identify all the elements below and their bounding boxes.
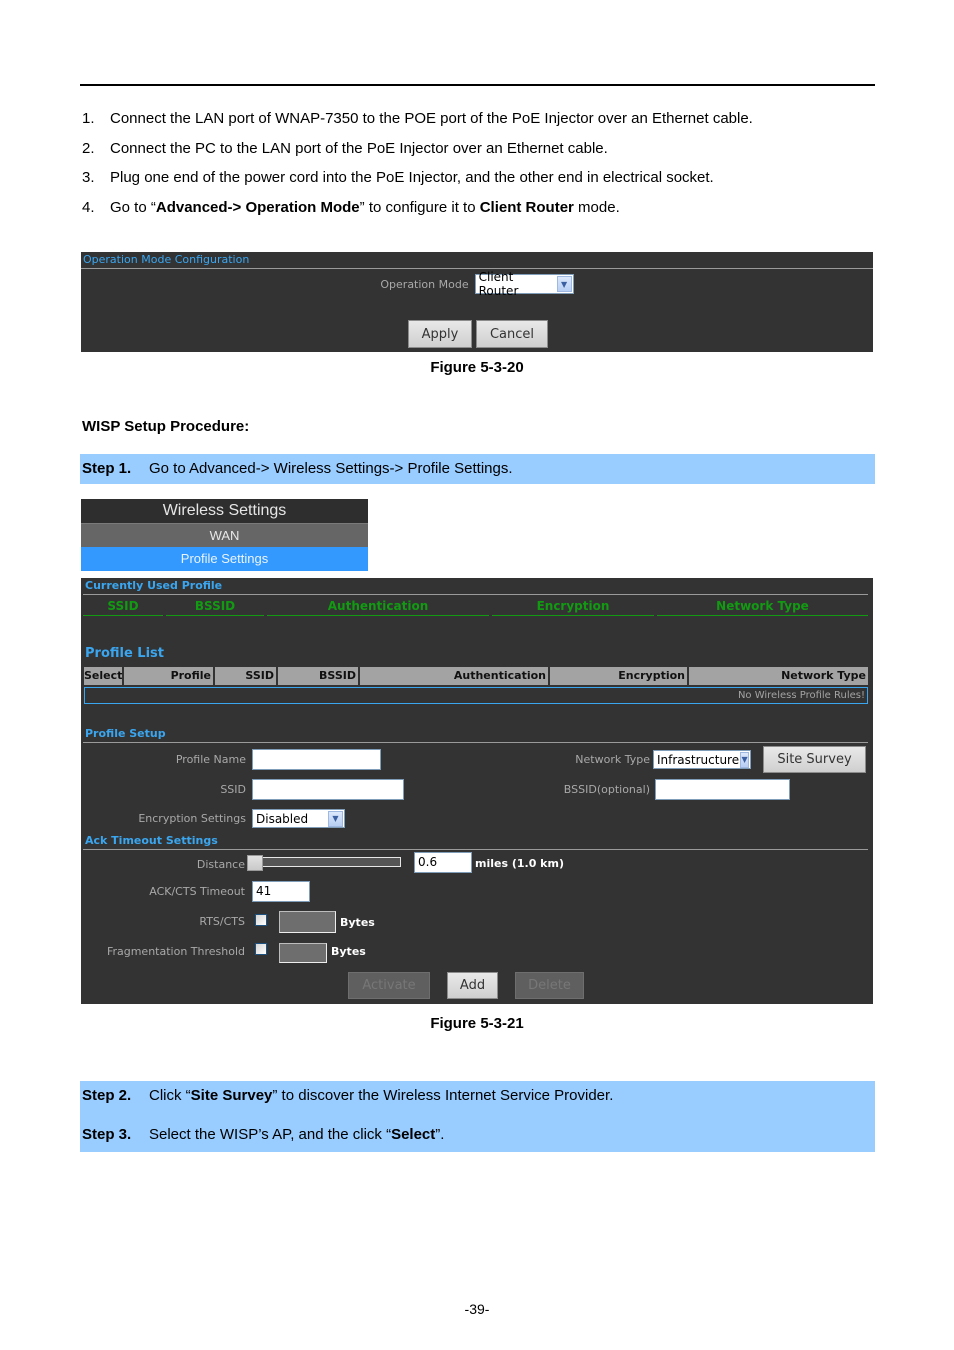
- instruction-item: 3. Plug one end of the power cord into th…: [82, 168, 882, 198]
- column-header: SSID: [215, 667, 276, 685]
- profile-list-empty-row: No Wireless Profile Rules!: [84, 687, 868, 704]
- distance-unit: miles (1.0 km): [475, 857, 564, 870]
- chevron-down-icon: ▼: [556, 276, 572, 292]
- distance-slider-handle[interactable]: [247, 855, 263, 871]
- encryption-settings-label: Encryption Settings: [138, 812, 246, 825]
- step-2-3-bar: Step 2. Click “Site Survey” to discover t…: [80, 1081, 875, 1152]
- instruction-text: Connect the LAN port of WNAP-7350 to the…: [110, 110, 753, 127]
- encryption-select[interactable]: Disabled ▼: [252, 809, 345, 828]
- ssid-input[interactable]: [252, 779, 404, 800]
- activate-button[interactable]: Activate: [348, 972, 430, 999]
- fragmentation-unit: Bytes: [331, 945, 366, 958]
- cancel-button[interactable]: Cancel: [476, 320, 548, 348]
- profile-settings-panel: Currently Used Profile SSID BSSID Authen…: [81, 578, 873, 1004]
- ssid-label: SSID: [220, 783, 246, 796]
- column-header: Authentication: [360, 667, 548, 685]
- operation-mode-label: Operation Mode: [380, 277, 469, 291]
- current-profile-title: Currently Used Profile: [85, 579, 223, 592]
- current-profile-header: SSID BSSID Authentication Encryption Net…: [83, 598, 868, 616]
- instruction-list: 1. Connect the LAN port of WNAP-7350 to t…: [82, 109, 882, 227]
- operation-mode-select[interactable]: Client Router ▼: [474, 270, 574, 298]
- distance-label: Distance: [196, 858, 245, 871]
- instruction-text: Go to “Advanced-> Operation Mode” to con…: [110, 198, 620, 216]
- ack-timeout-title: Ack Timeout Settings: [85, 834, 218, 847]
- figure-caption: Figure 5-3-21: [430, 1015, 524, 1032]
- rts-cts-input[interactable]: [279, 911, 336, 933]
- bssid-label: BSSID(optional): [563, 783, 650, 796]
- instruction-text: Connect the PC to the LAN port of the Po…: [110, 139, 608, 157]
- distance-input[interactable]: 0.6: [414, 852, 472, 873]
- instruction-text: Plug one end of the power cord into the …: [110, 169, 714, 186]
- fragmentation-checkbox[interactable]: [255, 943, 267, 955]
- column-header: Network Type: [689, 667, 868, 685]
- column-header: Encryption: [550, 667, 687, 685]
- wireless-settings-menu: Wireless Settings WAN Profile Settings: [81, 499, 368, 571]
- profile-list-header: Select Profile SSID BSSID Authentication…: [84, 667, 868, 685]
- instruction-item: 1. Connect the LAN port of WNAP-7350 to t…: [82, 109, 882, 139]
- rts-cts-unit: Bytes: [340, 916, 375, 929]
- profile-setup-title: Profile Setup: [85, 727, 166, 740]
- chevron-down-icon: ▼: [740, 751, 749, 768]
- profile-name-input[interactable]: [252, 749, 381, 770]
- panel-title: Operation Mode Configuration: [81, 252, 873, 269]
- menu-item-wan[interactable]: WAN: [81, 523, 368, 547]
- column-header: Profile: [124, 667, 213, 685]
- column-header: Network Type: [657, 598, 868, 616]
- instruction-item: 2. Connect the PC to the LAN port of the …: [82, 139, 882, 169]
- distance-slider[interactable]: [259, 857, 401, 867]
- column-header: Select: [84, 667, 122, 685]
- instruction-item: 4. Go to “Advanced-> Operation Mode” to c…: [82, 198, 882, 228]
- figure-caption: Figure 5-3-20: [430, 359, 524, 376]
- column-header: SSID: [83, 598, 163, 616]
- site-survey-button[interactable]: Site Survey: [763, 746, 866, 773]
- network-type-label: Network Type: [575, 753, 650, 766]
- section-heading: WISP Setup Procedure:: [82, 418, 250, 435]
- fragmentation-threshold-label: Fragmentation Threshold: [106, 945, 245, 958]
- column-header: BSSID: [278, 667, 358, 685]
- operation-mode-panel: Operation Mode Configuration Operation M…: [81, 252, 873, 352]
- menu-title: Wireless Settings: [81, 499, 368, 523]
- rts-cts-checkbox[interactable]: [255, 914, 267, 926]
- column-header: Encryption: [492, 598, 654, 616]
- profile-list-title: Profile List: [85, 646, 164, 661]
- fragmentation-input[interactable]: [279, 943, 327, 963]
- menu-item-profile-settings[interactable]: Profile Settings: [81, 547, 368, 571]
- delete-button[interactable]: Delete: [515, 972, 584, 999]
- profile-name-label: Profile Name: [175, 753, 246, 766]
- network-type-select[interactable]: Infrastructure ▼: [653, 750, 751, 769]
- column-header: BSSID: [166, 598, 264, 616]
- apply-button[interactable]: Apply: [408, 320, 472, 348]
- ack-cts-timeout-input[interactable]: 41: [252, 881, 310, 902]
- ack-cts-timeout-label: ACK/CTS Timeout: [149, 885, 245, 898]
- add-button[interactable]: Add: [447, 972, 498, 999]
- step-1-bar: Step 1. Go to Advanced-> Wireless Setting…: [80, 454, 875, 484]
- chevron-down-icon: ▼: [328, 810, 343, 827]
- rts-cts-label: RTS/CTS: [199, 915, 245, 928]
- bssid-input[interactable]: [655, 779, 790, 800]
- column-header: Authentication: [267, 598, 489, 616]
- page-number: -39-: [464, 1301, 490, 1317]
- header-rule: [80, 84, 875, 86]
